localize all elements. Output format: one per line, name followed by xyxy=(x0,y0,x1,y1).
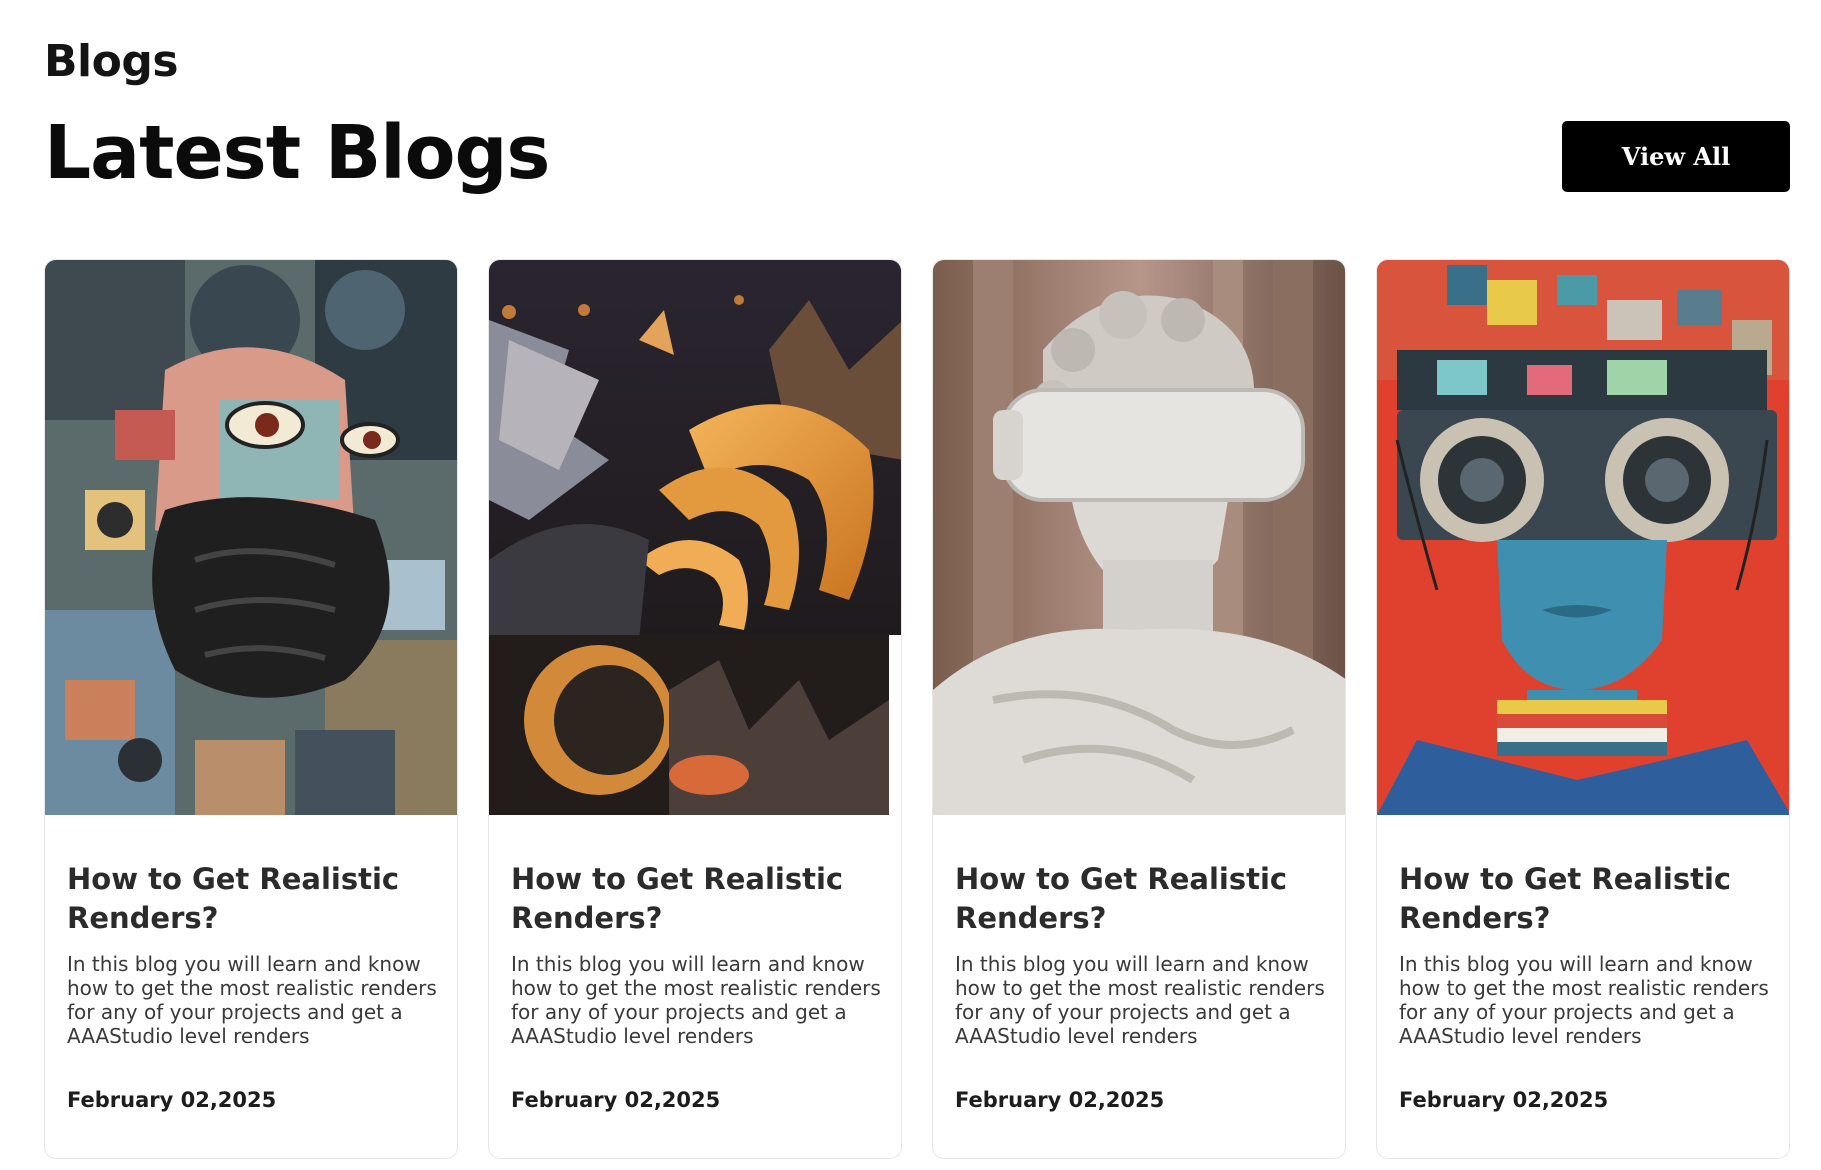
blog-card-description: In this blog you will learn and know how… xyxy=(511,952,881,1048)
abstract-3d-illustration xyxy=(489,260,901,815)
statue-vr-illustration xyxy=(933,260,1345,815)
blog-card-description: In this blog you will learn and know how… xyxy=(67,952,437,1048)
blog-card[interactable]: How to Get Realistic Renders? In this bl… xyxy=(488,259,902,1159)
blog-card-description: In this blog you will learn and know how… xyxy=(955,952,1325,1048)
blog-card[interactable]: How to Get Realistic Renders? In this bl… xyxy=(932,259,1346,1159)
blog-card-date: February 02,2025 xyxy=(1399,1088,1609,1112)
blog-card-image[interactable] xyxy=(489,260,901,815)
blog-card-image[interactable] xyxy=(45,260,457,815)
cubist-face-illustration xyxy=(45,260,457,815)
section-title: Latest Blogs xyxy=(44,110,550,196)
blog-card-date: February 02,2025 xyxy=(511,1088,721,1112)
blog-card[interactable]: How to Get Realistic Renders? In this bl… xyxy=(44,259,458,1159)
blog-card-title[interactable]: How to Get Realistic Renders? xyxy=(1399,860,1769,938)
blog-card-title[interactable]: How to Get Realistic Renders? xyxy=(67,860,437,938)
blog-card-image[interactable] xyxy=(1377,260,1789,815)
retro-tech-portrait-illustration xyxy=(1377,260,1789,815)
blog-card[interactable]: How to Get Realistic Renders? In this bl… xyxy=(1376,259,1790,1159)
view-all-button[interactable]: View All xyxy=(1562,121,1790,192)
blog-card-list: How to Get Realistic Renders? In this bl… xyxy=(44,259,1790,1159)
blog-card-description: In this blog you will learn and know how… xyxy=(1399,952,1769,1048)
blog-card-date: February 02,2025 xyxy=(955,1088,1165,1112)
blogs-section: Blogs Latest Blogs View All How to Get R… xyxy=(0,0,1821,1170)
blog-card-title[interactable]: How to Get Realistic Renders? xyxy=(511,860,881,938)
section-eyebrow: Blogs xyxy=(44,36,179,87)
blog-card-title[interactable]: How to Get Realistic Renders? xyxy=(955,860,1325,938)
blog-card-image[interactable] xyxy=(933,260,1345,815)
blog-card-date: February 02,2025 xyxy=(67,1088,277,1112)
